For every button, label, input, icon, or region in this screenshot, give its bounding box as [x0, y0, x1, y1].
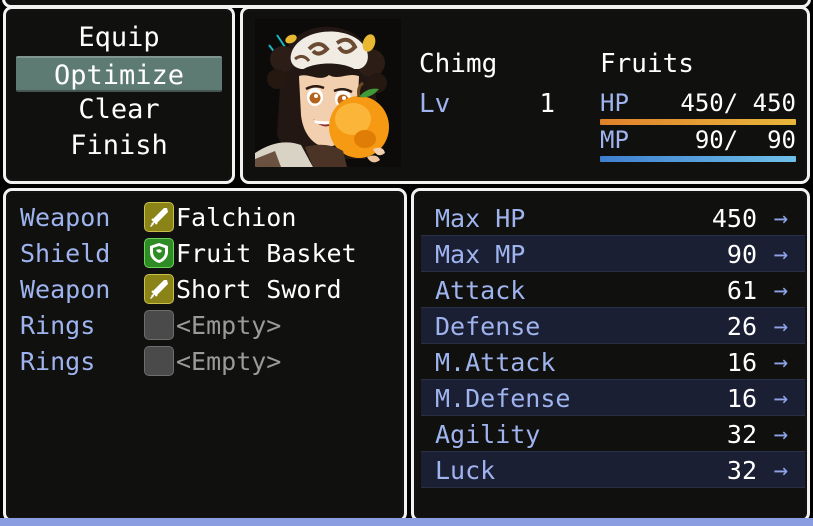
equipment-slot-window: Weapon Falchion Shield Fruit Basket Weapon Sh… [3, 188, 407, 522]
parameter-label: Agility [435, 419, 541, 449]
parameter-row: Attack 61 → [421, 272, 805, 308]
command-item-equip[interactable]: Equip [6, 20, 232, 56]
actor-status-window: Chimg Lv 1 Fruits HP 450/ 450 MP 90/ 90 [240, 6, 810, 184]
parameter-value: 26 [726, 311, 757, 341]
parameter-label: Luck [435, 455, 496, 485]
parameter-label: M.Attack [435, 347, 556, 377]
right-arrow-icon: → [773, 276, 789, 304]
equipment-slot-row[interactable]: Weapon Short Sword [6, 271, 404, 307]
equipment-slot-label: Rings [20, 346, 96, 376]
parameter-row: Luck 32 → [421, 452, 805, 488]
mp-value: 90/ 90 [680, 126, 796, 154]
parameter-label: Max MP [435, 239, 526, 269]
command-item-finish[interactable]: Finish [6, 128, 232, 164]
character-portrait [255, 19, 401, 167]
right-arrow-icon: → [773, 312, 789, 340]
right-arrow-icon: → [773, 348, 789, 376]
sword-icon [144, 202, 174, 232]
parameter-value: 90 [726, 239, 757, 269]
right-arrow-icon: → [773, 240, 789, 268]
equipment-item-name: Falchion [176, 202, 297, 232]
parameter-row: Max HP 450 → [421, 200, 805, 236]
actor-name: Chimg [419, 49, 498, 79]
empty-slot-icon [144, 346, 174, 376]
parameter-value: 32 [726, 455, 757, 485]
command-item-optimize[interactable]: Optimize [16, 56, 222, 92]
parameter-value: 450 [711, 203, 757, 233]
parameter-value: 32 [726, 419, 757, 449]
equipment-item-name: Short Sword [176, 274, 342, 304]
shield-icon [144, 238, 174, 268]
parameter-label: Max HP [435, 203, 526, 233]
level-value: 1 [539, 89, 555, 119]
parameter-list: Max HP 450 → Max MP 90 → Attack 61 → Defense 26 → M.… [421, 200, 805, 488]
right-arrow-icon: → [773, 204, 789, 232]
equipment-slot-label: Shield [20, 238, 111, 268]
mp-label: MP [600, 126, 629, 154]
hp-label: HP [600, 89, 629, 117]
background-window-strip [0, 518, 813, 526]
equipment-slot-row[interactable]: Weapon Falchion [6, 199, 404, 235]
sword-icon [144, 274, 174, 304]
parameter-row: M.Attack 16 → [421, 344, 805, 380]
command-list: Equip Optimize Clear Finish [6, 20, 232, 164]
parameter-value: 61 [726, 275, 757, 305]
equipment-item-name: <Empty> [176, 346, 282, 376]
command-item-clear[interactable]: Clear [6, 92, 232, 128]
actor-class: Fruits [600, 49, 694, 79]
equipment-slot-label: Weapon [20, 274, 111, 304]
parameter-label: Attack [435, 275, 526, 305]
parameter-row: Max MP 90 → [421, 236, 805, 272]
equipment-slot-label: Rings [20, 310, 96, 340]
parameter-window: Max HP 450 → Max MP 90 → Attack 61 → Defense 26 → M.… [411, 188, 810, 522]
parameter-row: Defense 26 → [421, 308, 805, 344]
parameter-row: M.Defense 16 → [421, 380, 805, 416]
right-arrow-icon: → [773, 420, 789, 448]
equipment-slot-label: Weapon [20, 202, 111, 232]
right-arrow-icon: → [773, 384, 789, 412]
equipment-slot-row[interactable]: Rings <Empty> [6, 343, 404, 379]
hp-value: 450/ 450 [680, 89, 796, 117]
equipment-slot-row[interactable]: Rings <Empty> [6, 307, 404, 343]
parameter-value: 16 [726, 383, 757, 413]
parameter-value: 16 [726, 347, 757, 377]
parameter-label: M.Defense [435, 383, 571, 413]
command-window: Equip Optimize Clear Finish [3, 6, 235, 184]
empty-slot-icon [144, 310, 174, 340]
hp-bar-fill [600, 119, 796, 125]
right-arrow-icon: → [773, 456, 789, 484]
equipment-item-name: Fruit Basket [176, 238, 357, 268]
equipment-slot-row[interactable]: Shield Fruit Basket [6, 235, 404, 271]
mp-bar-fill [600, 156, 796, 162]
equipment-item-name: <Empty> [176, 310, 282, 340]
parameter-row: Agility 32 → [421, 416, 805, 452]
equipment-slot-list: Weapon Falchion Shield Fruit Basket Weapon Sh… [6, 199, 404, 379]
parameter-label: Defense [435, 311, 541, 341]
